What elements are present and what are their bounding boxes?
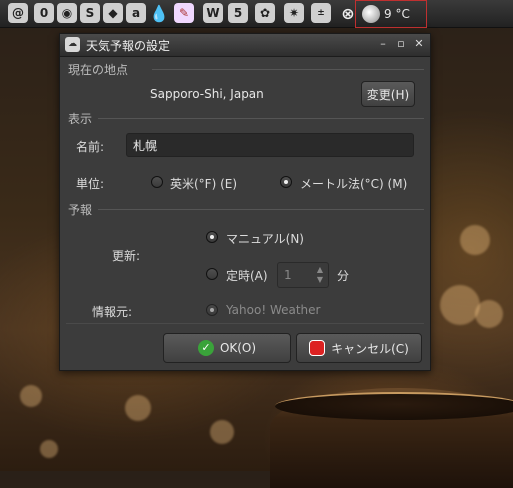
top-panel: @ 0 ◉ S ◆ a 💧 ✎ W 5 ✿ ✷ ± ⊗ 9 °C [0,0,513,28]
background-bokeh [440,285,480,325]
stop-icon [309,340,326,356]
divider [66,323,424,324]
pinwheel-icon[interactable]: ✷ [284,3,304,23]
paw-icon[interactable]: ✿ [255,3,275,23]
change-location-button[interactable]: 変更(H) [361,81,415,107]
cloud-icon [362,5,380,23]
dialog-title: 天気予報の設定 [86,39,171,53]
mail-icon[interactable]: @ [8,3,28,23]
title-bar[interactable]: ☁ 天気予報の設定 – ▫ ✕ [60,34,430,57]
update-manual-label[interactable]: マニュアル(N) [226,230,304,247]
weather-settings-dialog: ☁ 天気予報の設定 – ▫ ✕ 現在の地点 Sapporo-Shi, Japan… [59,33,431,371]
background-bokeh [20,385,42,407]
unit-imperial-radio[interactable] [151,176,163,188]
source-yahoo-radio [206,304,218,316]
unit-metric-label[interactable]: メートル法(°C) (M) [300,175,407,192]
info-icon[interactable]: 0 [34,3,54,23]
divider [152,69,424,70]
interval-spinbox[interactable]: 1 ▲ ▼ [277,262,329,288]
s-icon[interactable]: 5 [228,3,248,23]
display-section-label: 表示 [68,112,93,126]
dropbox-icon[interactable]: ◆ [103,3,123,23]
close-icon[interactable]: ✕ [412,37,426,51]
location-section-header: 現在の地点 [60,61,430,78]
unit-label: 単位: [76,177,105,191]
calculator-icon[interactable]: ± [311,3,331,23]
minimize-icon[interactable]: – [376,37,390,51]
maximize-icon[interactable]: ▫ [394,37,408,51]
name-field[interactable] [126,133,414,157]
background-bokeh [460,225,490,255]
update-periodic-radio[interactable] [206,268,218,280]
spin-down-icon[interactable]: ▼ [315,275,325,285]
unit-imperial-label[interactable]: 英米(°F) (E) [170,175,237,192]
current-location: Sapporo-Shi, Japan [150,87,264,101]
interval-unit-label: 分 [337,269,350,283]
app-a-icon[interactable]: a [126,3,146,23]
checkmark-icon: ✓ [197,340,214,356]
display-section-header: 表示 [60,110,430,127]
water-drop-icon[interactable]: 💧 [149,3,169,23]
ok-button-label: OK(O) [219,341,257,355]
name-label: 名前: [76,140,105,154]
interval-value: 1 [284,268,292,282]
forecast-section-label: 予報 [68,203,93,217]
ok-button[interactable]: ✓ OK(O) [163,333,291,363]
coffee-cup-rim [275,392,513,420]
location-section-label: 現在の地点 [68,63,129,77]
divider [98,118,424,119]
background-bokeh [210,420,234,444]
update-manual-radio[interactable] [206,231,218,243]
source-yahoo-label: Yahoo! Weather [226,303,321,317]
app-icon: ☁ [65,37,80,52]
cancel-button-label: キャンセル(C) [331,341,409,356]
divider [98,209,424,210]
w-icon[interactable]: W [203,3,223,23]
forecast-section-header: 予報 [60,201,430,218]
background-bokeh [475,300,503,328]
unit-metric-radio[interactable] [280,176,292,188]
paint-icon[interactable]: ✎ [174,3,194,23]
background-bokeh [40,440,58,458]
weather-temperature: 9 °C [384,7,410,21]
globe-icon[interactable]: ◉ [57,3,77,23]
source-label: 情報元: [92,305,133,319]
spin-up-icon[interactable]: ▲ [315,265,325,275]
update-periodic-label[interactable]: 定時(A) [226,267,268,284]
update-label: 更新: [112,249,141,263]
skype-icon[interactable]: S [80,3,100,23]
background-bokeh [125,395,151,421]
cancel-button[interactable]: キャンセル(C) [296,333,422,363]
weather-applet[interactable]: 9 °C [355,0,427,28]
